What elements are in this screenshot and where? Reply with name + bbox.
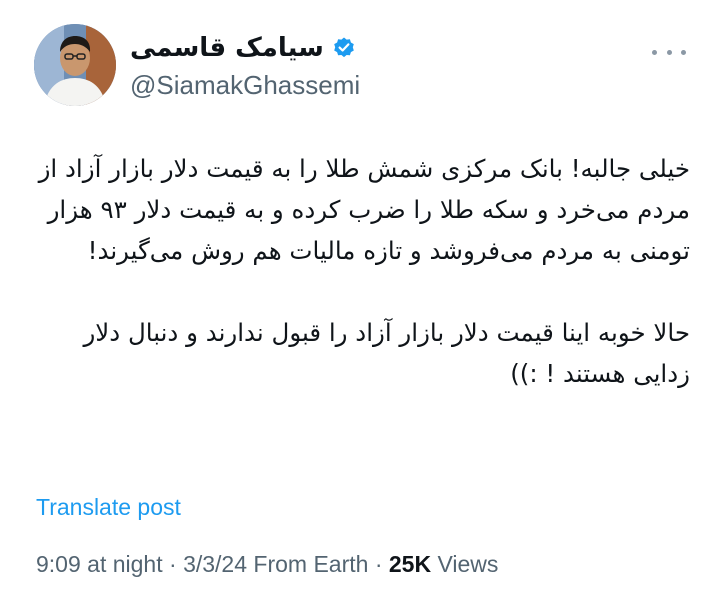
views-label: Views	[431, 551, 499, 577]
meta-separator: ·	[368, 551, 389, 577]
tweet-paragraph: خیلی جالبه! بانک مرکزی شمش طلا را به قیم…	[38, 154, 690, 265]
more-horizontal-icon	[652, 49, 657, 55]
author-handle[interactable]: @SiamakGhassemi	[130, 70, 360, 101]
views-count: 25K	[388, 551, 432, 577]
tweet-meta: 9:09 at night · 3/3/24 From Earth · 25K …	[36, 551, 498, 578]
tweet-date[interactable]: 3/3/24	[183, 551, 247, 577]
author-names: سیامک قاسمی @SiamakGhassemi	[130, 30, 360, 101]
display-name[interactable]: سیامک قاسمی	[130, 33, 324, 63]
avatar-photo	[34, 24, 116, 106]
tweet-text: خیلی جالبه! بانک مرکزی شمش طلا را به قیم…	[30, 148, 690, 394]
meta-separator: ·	[162, 551, 184, 577]
display-name-row: سیامک قاسمی	[130, 30, 360, 66]
tweet-source: From Earth	[247, 551, 369, 577]
more-options-button[interactable]	[652, 42, 686, 62]
more-horizontal-icon	[666, 49, 672, 55]
avatar[interactable]	[34, 24, 116, 106]
more-horizontal-icon	[681, 49, 686, 55]
tweet-header: سیامک قاسمی @SiamakGhassemi	[34, 24, 686, 108]
tweet-time[interactable]: 9:09 at night	[36, 551, 163, 577]
tweet-paragraph: حالا خوبه اینا قیمت دلار بازار آزاد را ق…	[83, 318, 690, 388]
verified-badge-icon	[334, 37, 354, 58]
translate-post-link[interactable]: Translate post	[36, 494, 181, 521]
